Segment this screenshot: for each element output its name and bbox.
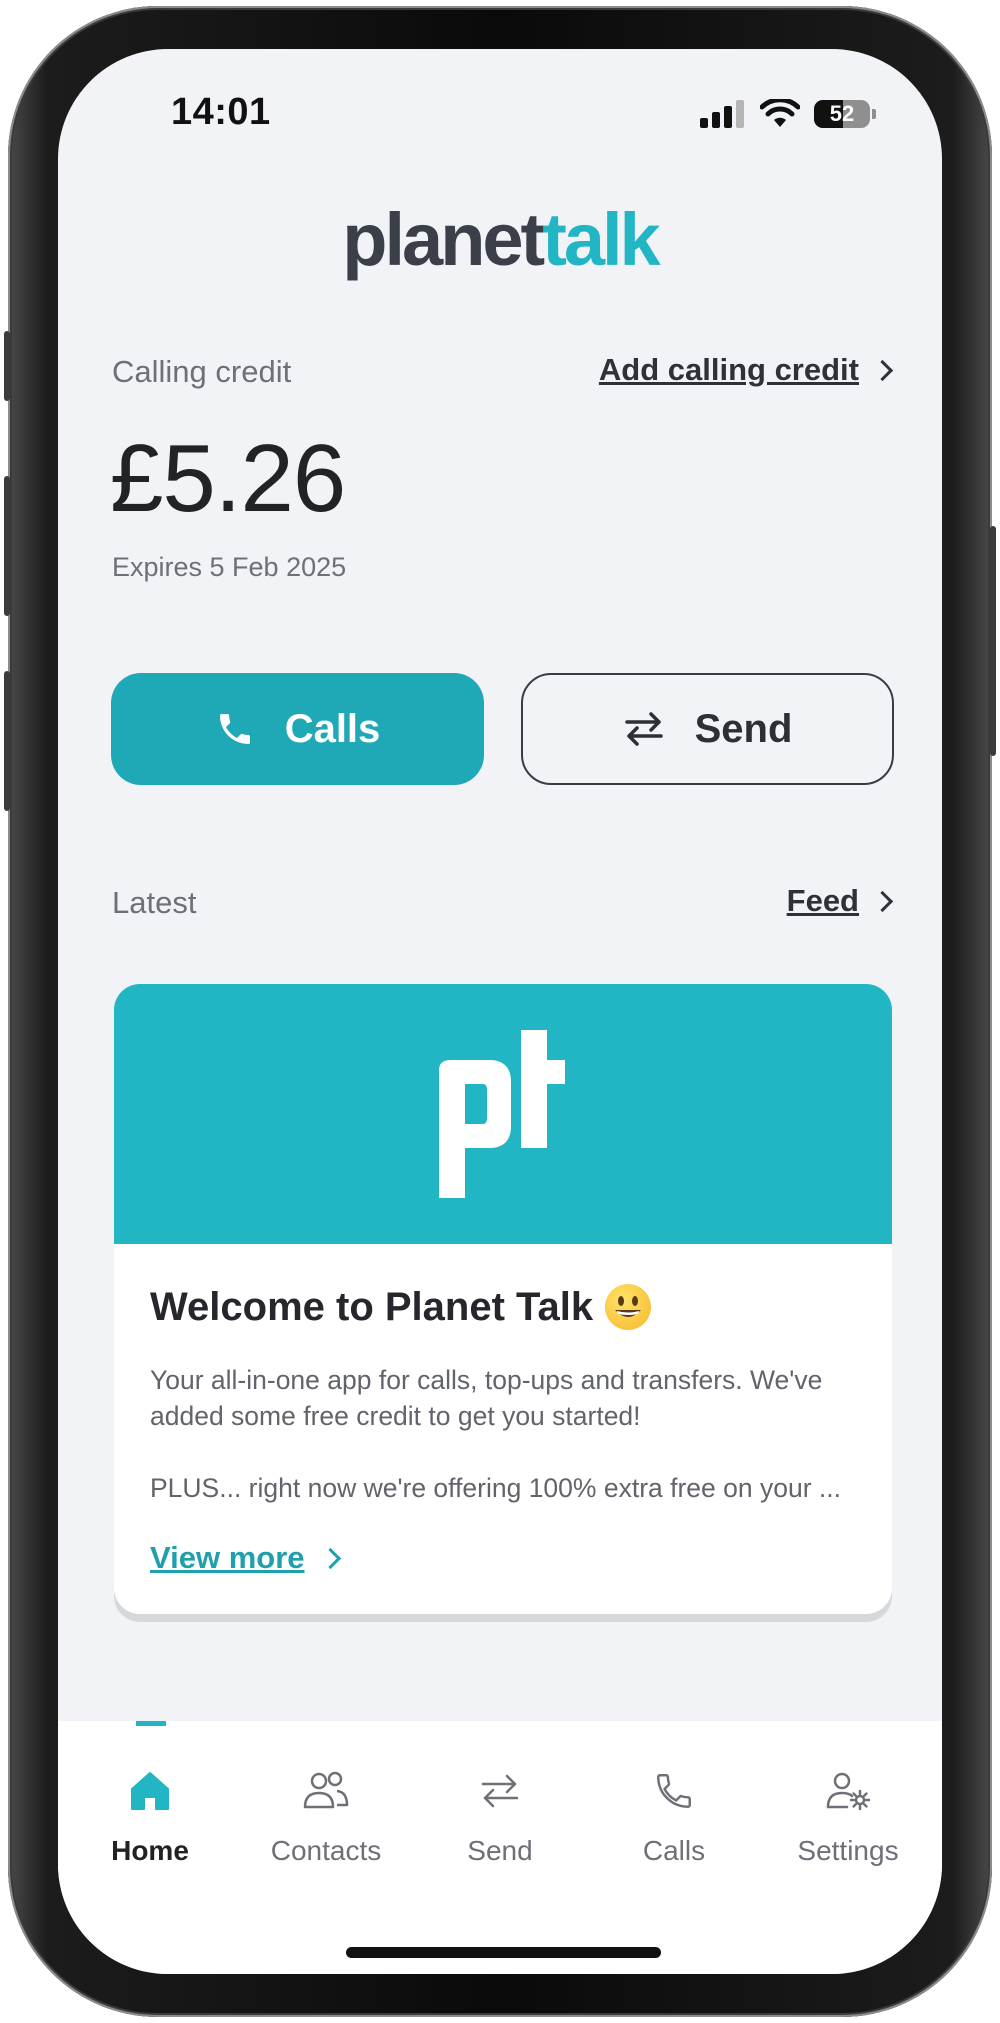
calls-button[interactable]: Calls (111, 673, 484, 785)
card-body-paragraph-1: Your all-in-one app for calls, top-ups a… (150, 1365, 823, 1431)
phone-icon (657, 1774, 691, 1808)
side-button-volume-down (4, 671, 10, 811)
status-icons: 52 (700, 99, 876, 129)
add-calling-credit-link[interactable]: Add calling credit (598, 352, 894, 388)
tab-home[interactable]: Home (62, 1761, 238, 1867)
status-time: 14:01 (171, 91, 271, 133)
tab-send[interactable]: Send (412, 1761, 588, 1867)
view-more-label: View more (150, 1540, 305, 1575)
bottom-tab-bar: Home Contacts Send Calls Settings (58, 1721, 942, 1974)
signal-icon (700, 100, 744, 128)
wifi-icon (760, 99, 800, 127)
card-banner (114, 984, 892, 1244)
active-tab-indicator (136, 1721, 166, 1726)
tab-send-label: Send (467, 1835, 533, 1866)
card-body: Your all-in-one app for calls, top-ups a… (150, 1362, 870, 1542)
user-settings-icon (826, 1772, 871, 1811)
tab-contacts[interactable]: Contacts (238, 1761, 414, 1867)
screen: 14:01 52 planettalk Calling credit Add c… (58, 49, 942, 1974)
card-body-paragraph-2: PLUS... right now we're offering 100% ex… (150, 1473, 841, 1503)
grinning-face-emoji-icon (605, 1284, 652, 1330)
phone-icon (219, 714, 250, 744)
tab-settings-label: Settings (797, 1835, 899, 1866)
tab-calls-label: Calls (642, 1835, 706, 1866)
battery-icon: 52 (814, 100, 870, 128)
feed-link[interactable]: Feed (786, 883, 894, 919)
card-title-text: Welcome to Planet Talk (150, 1284, 594, 1329)
view-more-link[interactable]: View more (150, 1540, 341, 1576)
home-icon (131, 1772, 169, 1810)
send-button[interactable]: Send (521, 673, 894, 785)
calling-credit-label: Calling credit (112, 354, 292, 389)
credit-expiry: Expires 5 Feb 2025 (112, 552, 347, 582)
side-button-silence (4, 331, 10, 401)
battery-level: 52 (829, 101, 855, 126)
chevron-right-icon (871, 890, 894, 912)
pt-logo-icon (439, 1030, 565, 1198)
transfer-icon (481, 1774, 519, 1808)
contacts-icon (303, 1771, 349, 1809)
home-indicator[interactable] (346, 1947, 661, 1958)
tab-calls[interactable]: Calls (586, 1761, 762, 1867)
calls-button-label: Calls (284, 706, 381, 751)
transfer-icon (624, 712, 663, 746)
credit-amount: £5.26 (110, 425, 346, 532)
battery-tip (872, 109, 876, 119)
send-button-label: Send (694, 706, 793, 751)
news-card[interactable]: Welcome to Planet Talk Your all-in-one a… (114, 984, 892, 1614)
latest-label: Latest (112, 885, 197, 920)
side-button-volume-up (4, 476, 10, 616)
add-calling-credit-label: Add calling credit (598, 352, 859, 387)
tab-settings[interactable]: Settings (760, 1761, 936, 1867)
side-button-power (990, 526, 996, 756)
planet-talk-logo: planettalk (342, 198, 660, 281)
feed-link-label: Feed (786, 883, 859, 918)
card-title: Welcome to Planet Talk (150, 1284, 652, 1330)
chevron-right-icon (871, 359, 894, 381)
chevron-right-icon (319, 1547, 341, 1569)
tab-home-label: Home (111, 1835, 189, 1866)
tab-contacts-label: Contacts (270, 1835, 382, 1866)
